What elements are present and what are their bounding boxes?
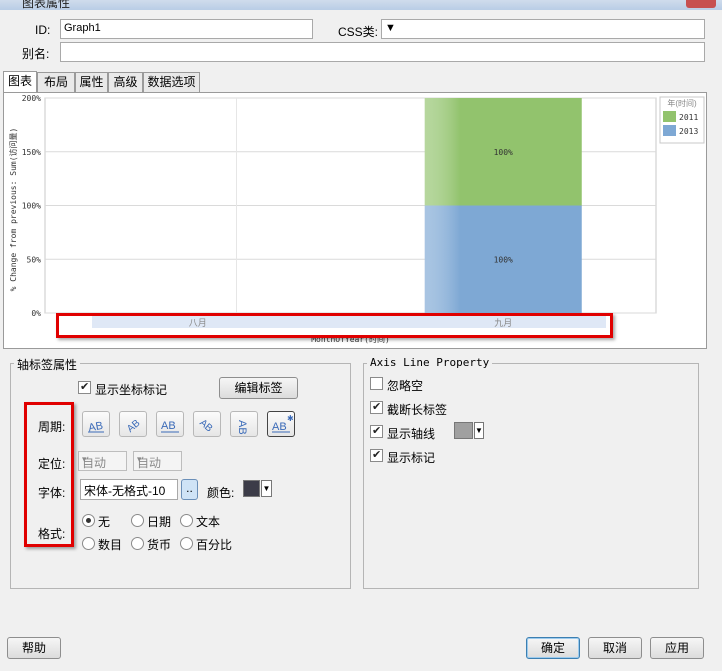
format-date-radio[interactable]	[131, 514, 144, 527]
format-currency-label: 货币	[147, 538, 172, 552]
alias-input[interactable]	[60, 42, 705, 62]
data-label: 100%	[494, 148, 513, 157]
axis-line-color-dropdown-icon[interactable]: ▼	[474, 422, 484, 439]
ok-button[interactable]: 确定	[526, 637, 580, 659]
y-tick-label: 50%	[27, 255, 42, 264]
position-select-2[interactable]: 自动 ▾	[133, 451, 182, 471]
y-tick-label: 100%	[22, 202, 41, 211]
svg-text:✱: ✱	[287, 415, 293, 423]
color-dropdown-icon[interactable]: ▼	[261, 480, 272, 497]
tab-chart[interactable]: 图表	[3, 71, 37, 92]
ignore-null-label: 忽略空	[387, 379, 424, 393]
format-text-label: 文本	[196, 515, 221, 529]
color-label: 颜色:	[207, 486, 235, 500]
text-horizontal-icon[interactable]: AB	[82, 411, 110, 437]
show-axis-marks-label: 显示坐标标记	[95, 383, 168, 397]
chart-preview-panel: 200% 150% 100% 50% 0% % Change from previous:…	[3, 92, 707, 349]
color-swatch[interactable]	[243, 480, 260, 497]
id-input[interactable]: Graph1	[60, 19, 313, 39]
show-marks-checkbox[interactable]	[370, 448, 383, 462]
title-bar: 图表属性	[0, 0, 722, 10]
svg-text:AB: AB	[236, 420, 248, 435]
tab-properties[interactable]: 属性	[75, 72, 108, 92]
format-none-radio[interactable]	[82, 514, 95, 527]
font-picker-button[interactable]: ..	[181, 479, 198, 500]
chart-svg: 200% 150% 100% 50% 0% % Change from previous:…	[8, 94, 705, 344]
format-number-label: 数目	[98, 538, 123, 552]
cancel-button[interactable]: 取消	[588, 637, 642, 659]
data-label: 100%	[494, 255, 513, 264]
close-button[interactable]	[686, 0, 716, 8]
format-percent-radio[interactable]	[180, 537, 193, 550]
apply-button[interactable]: 应用	[650, 637, 704, 659]
tab-layout[interactable]: 布局	[37, 72, 75, 92]
axis-line-property-title: Axis Line Property	[367, 356, 493, 369]
legend-swatch-2011	[663, 111, 676, 122]
text-vertical-icon[interactable]: AB	[230, 411, 258, 437]
bar-highlight	[424, 205, 504, 313]
text-custom-icon[interactable]: AB ✱	[267, 411, 295, 437]
highlight-box-labels	[24, 402, 74, 547]
svg-text:AB: AB	[161, 420, 176, 432]
y-tick-label: 200%	[22, 94, 41, 103]
truncate-labels-checkbox[interactable]	[370, 400, 383, 414]
tab-advanced[interactable]: 高级	[108, 72, 143, 92]
help-button[interactable]: 帮助	[7, 637, 61, 659]
show-marks-label: 显示标记	[387, 451, 436, 465]
format-text-radio[interactable]	[180, 514, 193, 527]
format-number-radio[interactable]	[82, 537, 95, 550]
axis-line-property-group	[363, 363, 699, 589]
format-currency-radio[interactable]	[131, 537, 144, 550]
text-rotate-45-icon[interactable]: AB	[119, 411, 147, 437]
format-percent-label: 百分比	[196, 538, 233, 552]
y-tick-label: 0%	[31, 309, 41, 318]
legend-label: 2011	[679, 113, 698, 122]
dropdown-arrow-icon: ▼	[385, 22, 396, 34]
font-field[interactable]: 宋体-无格式-10	[80, 479, 178, 500]
truncate-labels-label: 截断长标签	[387, 403, 448, 417]
svg-text:AB: AB	[125, 418, 143, 435]
y-tick-label: 150%	[22, 148, 41, 157]
svg-text:AB: AB	[272, 421, 287, 433]
show-axis-line-checkbox[interactable]	[370, 424, 383, 438]
highlight-box-xaxis	[56, 313, 613, 338]
edit-label-button[interactable]: 编辑标签	[219, 377, 298, 399]
text-normal-icon[interactable]: AB	[156, 411, 184, 437]
axis-label-properties-title: 轴标签属性	[14, 356, 81, 373]
tab-data-options[interactable]: 数据选项	[143, 72, 200, 92]
legend-title: 年(时间)	[667, 98, 697, 108]
format-date-label: 日期	[147, 515, 172, 529]
window-title: 图表属性	[22, 0, 71, 10]
dropdown-arrow-icon: ▾	[82, 454, 87, 464]
text-rotate-neg45-icon[interactable]: AB	[193, 411, 221, 437]
id-label: ID:	[35, 23, 51, 37]
svg-text:AB: AB	[197, 417, 215, 434]
css-class-select[interactable]: ▼	[381, 19, 705, 39]
y-axis-label: % Change from previous: Sum(访问量)	[8, 128, 18, 292]
format-none-label: 无	[98, 515, 111, 529]
css-class-label: CSS类:	[338, 25, 379, 39]
position-select-1[interactable]: 自动 ▾	[78, 451, 127, 471]
show-axis-line-label: 显示轴线	[387, 427, 436, 441]
ignore-null-checkbox[interactable]	[370, 377, 383, 390]
bar-highlight	[424, 98, 504, 206]
legend-swatch-2013	[663, 125, 676, 136]
axis-line-color-swatch[interactable]	[454, 422, 473, 439]
alias-label: 别名:	[22, 47, 50, 61]
show-axis-marks-checkbox[interactable]	[78, 380, 91, 394]
legend-label: 2013	[679, 127, 698, 136]
dropdown-arrow-icon: ▾	[137, 454, 142, 464]
